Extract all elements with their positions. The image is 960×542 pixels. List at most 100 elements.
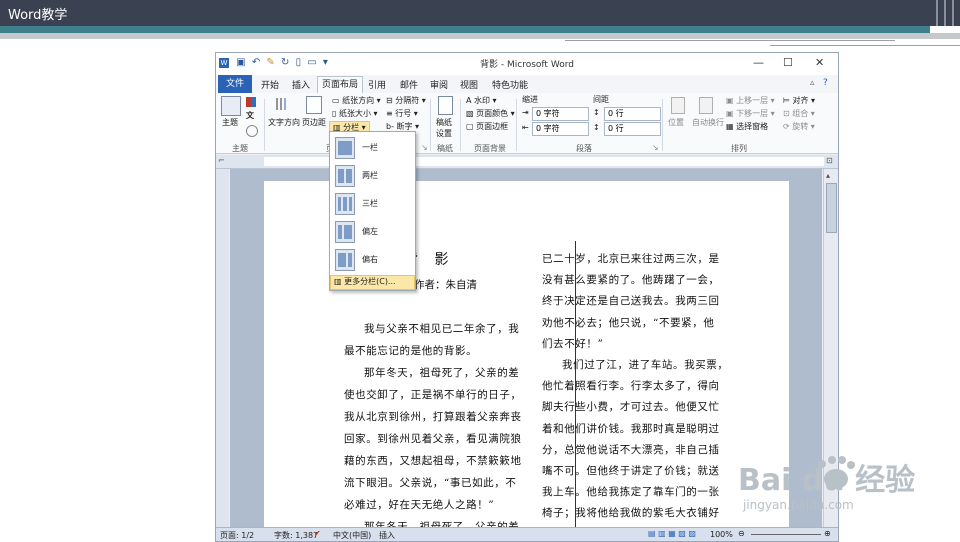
text-line: 那年冬天，祖母死了，父亲的差: [364, 367, 520, 379]
text-line: 没有甚么要紧的了。他踌躇了一会，: [542, 274, 720, 287]
tab-mailings[interactable]: 邮件: [400, 78, 418, 91]
paragraph-launcher-icon[interactable]: ↘: [652, 143, 659, 152]
tab-page-layout[interactable]: 页面布局: [317, 76, 364, 93]
indent-right-spinner[interactable]: 0 字符: [532, 122, 589, 136]
maximize-button[interactable]: ☐: [783, 56, 793, 69]
tab-special[interactable]: 特色功能: [492, 78, 528, 91]
page-borders-button[interactable]: ▢ 页面边框: [466, 121, 508, 132]
tab-stop-selector-icon[interactable]: ⌐: [218, 156, 225, 165]
position-icon: [671, 97, 685, 114]
size-button[interactable]: ▯ 纸张大小 ▾: [332, 108, 378, 119]
text-line: 终于决定还是自己送我去。我两三回: [542, 295, 720, 308]
text-line: 劝他不必去；他只说，“不要紧，他: [542, 316, 715, 329]
status-mode[interactable]: 插入: [379, 530, 395, 541]
slide-header-bar: [0, 0, 960, 26]
orientation-icon: ▭: [332, 96, 343, 105]
columns-option[interactable]: 偏右: [330, 246, 415, 272]
indent-left-spinner[interactable]: 0 字符: [532, 107, 589, 121]
more-columns-item[interactable]: ▥ 更多分栏(C)...: [330, 275, 415, 290]
scrollbar-thumb[interactable]: [826, 183, 837, 233]
margins-label[interactable]: 页边距: [302, 117, 326, 128]
text-line: 必难过，好在天无绝人之路！”: [344, 499, 495, 511]
status-zoom[interactable]: 100%: [710, 530, 733, 539]
columns-option[interactable]: 三栏: [330, 190, 415, 216]
ribbon-minimize-icon[interactable]: ▵: [810, 78, 815, 88]
send-backward-icon: ▣: [726, 109, 737, 118]
columns-option-label: 偏右: [362, 255, 378, 264]
ribbon-tabs: 开始 插入 页面布局 引用 邮件 审阅 视图 特色功能 ▵ ?: [216, 75, 838, 94]
align-button[interactable]: ⊨ 对齐 ▾: [783, 95, 815, 106]
slide-teal-band: [0, 26, 930, 33]
minimize-button[interactable]: —: [753, 56, 764, 69]
status-page[interactable]: 页面: 1/2: [220, 530, 254, 541]
slide-grey-band: [0, 33, 960, 39]
columns-option-label: 三栏: [362, 199, 378, 208]
page-color-button[interactable]: ▧ 页面颜色 ▾: [466, 108, 515, 119]
theme-colors-icon[interactable]: [246, 97, 256, 107]
page-color-icon: ▧: [466, 109, 477, 118]
doc-author: 作者：朱自清: [414, 279, 477, 291]
draft-label-1[interactable]: 稿纸: [436, 117, 452, 128]
selection-pane-button[interactable]: ▦ 选择窗格: [726, 121, 768, 132]
themes-button[interactable]: [221, 95, 241, 116]
text-line: 使也交卸了，正是祸不单行的日子，: [344, 389, 522, 401]
view-ruler-icon[interactable]: ⊡: [826, 156, 833, 165]
title-bar: W ▣ ↶ ✎ ↻ ▯ ▭ ▾ 背影 - Microsoft Word — ☐ …: [216, 53, 838, 75]
view-buttons-icon[interactable]: ▤ ▥ ▦ ▧ ▨: [648, 529, 696, 538]
tab-home[interactable]: 开始: [261, 78, 279, 91]
margins-icon[interactable]: [306, 96, 322, 114]
slide-divider: [770, 45, 960, 46]
spacing-after-spinner[interactable]: 0 行: [604, 122, 661, 136]
group-page-bg-label: 页面背景: [474, 144, 506, 153]
text-line: 我从北京到徐州，打算跟着父亲奔丧: [344, 411, 522, 423]
text-line: 我上车。他给我拣定了靠车门的一张: [542, 486, 720, 499]
spacing-before-spinner[interactable]: 0 行: [604, 107, 661, 121]
baidu-watermark: Bai du 经验 jingyan.baidu.com: [738, 455, 938, 535]
text-line: 回家。到徐州见着父亲，看见满院狼: [344, 433, 522, 445]
draft-paper-icon[interactable]: [438, 96, 453, 115]
column-layout-icon: [335, 165, 355, 187]
theme-effects-icon[interactable]: [246, 125, 258, 137]
line-numbers-button[interactable]: ≡ 行号 ▾: [386, 108, 418, 119]
send-backward-button: ▣ 下移一层 ▾: [726, 109, 775, 118]
text-direction-label[interactable]: 文字方向: [268, 117, 300, 128]
help-icon[interactable]: ?: [823, 78, 828, 88]
tab-references[interactable]: 引用: [368, 78, 386, 91]
columns-option-label: 一栏: [362, 143, 378, 152]
orientation-button[interactable]: ▭ 纸张方向 ▾: [332, 95, 381, 106]
text-line: 已二十岁，北京已来往过两三次，是: [542, 253, 720, 265]
rotate-button: ⟳ 旋转 ▾: [783, 122, 815, 131]
status-language[interactable]: 中文(中国): [333, 530, 371, 541]
columns-option[interactable]: 两栏: [330, 162, 415, 188]
window-title: 背影 - Microsoft Word: [480, 60, 574, 70]
theme-fonts-icon[interactable]: 文: [246, 110, 254, 121]
column-layout-icon: [335, 137, 355, 159]
text-direction-icon[interactable]: [274, 96, 290, 112]
status-words[interactable]: 字数: 1,387: [274, 530, 318, 541]
columns-option[interactable]: 偏左: [330, 218, 415, 244]
selection-pane-icon: ▦: [726, 122, 737, 131]
columns-option-label: 两栏: [362, 171, 378, 180]
columns-dropdown: 一栏两栏三栏偏左偏右 ▥ 更多分栏(C)...: [329, 131, 416, 291]
indent-right-icon: ⇤: [522, 123, 529, 132]
group-paragraph-label: 段落: [576, 144, 592, 153]
tab-review[interactable]: 审阅: [430, 78, 448, 91]
breaks-button[interactable]: ⊟ 分隔符 ▾: [386, 95, 426, 106]
tab-view[interactable]: 视图: [460, 78, 478, 91]
proofing-icon[interactable]: ✔: [314, 529, 321, 538]
text-line: 们去不好！”: [542, 337, 604, 350]
breaks-icon: ⊟: [386, 96, 396, 105]
vertical-ruler[interactable]: [216, 169, 229, 529]
columns-option[interactable]: 一栏: [330, 134, 415, 160]
watermark-button[interactable]: A 水印 ▾: [466, 95, 497, 106]
ribbon-page-layout: 主题 文 主题 文字方向 页边距 ▭ 纸张方向 ▾ ▯ 纸张大小 ▾ ▥ 分栏 …: [216, 93, 838, 154]
text-line: 嘴不可。但他终于讲定了价钱；就送: [542, 465, 720, 477]
page-setup-launcher-icon[interactable]: ↘: [421, 143, 428, 152]
tab-insert[interactable]: 插入: [292, 78, 310, 91]
hyphenation-icon: b-: [386, 122, 397, 131]
close-button[interactable]: ✕: [815, 56, 824, 69]
text-line: 我们过了江，进了车站。我买票，: [562, 359, 729, 371]
scroll-up-icon[interactable]: ▴: [826, 171, 830, 180]
tab-file[interactable]: 文件: [218, 75, 252, 93]
draft-label-2[interactable]: 设置: [436, 128, 452, 139]
